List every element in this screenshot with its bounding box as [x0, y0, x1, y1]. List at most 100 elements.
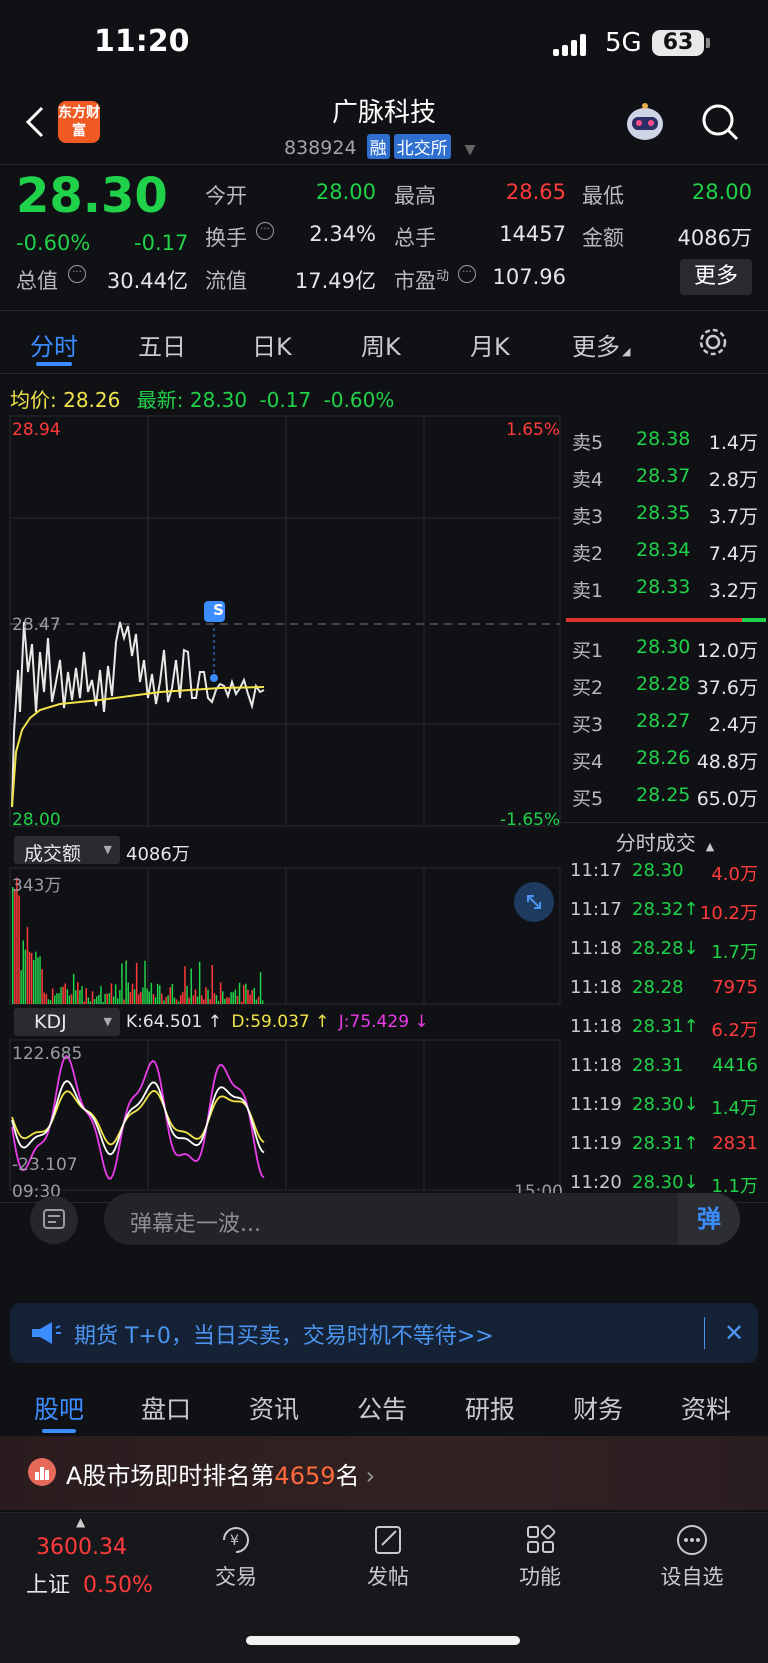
index-name: 上证 — [26, 1573, 71, 1598]
volume-bar — [209, 999, 211, 1004]
promo-banner[interactable]: 期货 T+0，当日买卖，交易时机不等待>> ✕ — [10, 1303, 758, 1363]
info-icon[interactable]: ··· — [68, 265, 86, 283]
danmu-send-button[interactable]: 弹 — [678, 1193, 740, 1245]
index-row[interactable]: 上证 0.50% — [26, 1567, 153, 1599]
bid-row: 买3 28.27 2.4万 — [562, 710, 768, 740]
volume-bar — [190, 968, 192, 1004]
tab-weekly-k[interactable]: 周K — [361, 327, 401, 362]
more-button[interactable]: 更多 — [680, 259, 752, 295]
ask-price: 28.33 — [636, 576, 691, 598]
tab-more[interactable]: 更多 ◢ — [572, 327, 630, 362]
volume-bar — [192, 995, 195, 1004]
tab-research[interactable]: 研报 — [465, 1390, 515, 1426]
volume-bar — [91, 991, 94, 1004]
ask-volume: 1.4万 — [708, 432, 758, 454]
expand-icon[interactable] — [514, 882, 554, 922]
ranking-banner[interactable]: A股市场即时排名第4659名 › — [0, 1436, 768, 1510]
volume-bar — [114, 984, 117, 1004]
search-icon[interactable] — [700, 102, 740, 142]
change-pct: -0.60% — [16, 231, 91, 255]
trades-list[interactable]: 11:17 28.30 4.0万 11:17 28.32↑ 10.2万 11:18 28.… — [562, 858, 768, 1198]
volume-bar — [18, 895, 20, 1004]
volume-bar — [238, 982, 241, 1004]
volume-bar — [163, 1000, 165, 1004]
close-icon[interactable]: ✕ — [720, 1319, 748, 1347]
signal-marker[interactable]: S — [208, 601, 229, 619]
tab-guba[interactable]: 股吧 — [34, 1390, 84, 1426]
danmu-toggle-icon[interactable] — [30, 1196, 78, 1244]
volume-bar — [138, 994, 140, 1004]
ask-label: 卖1 — [572, 580, 604, 602]
tab-intraday[interactable]: 分时 — [30, 327, 78, 362]
ask-volume: 3.7万 — [708, 506, 758, 528]
turnover-value: 2.34% — [309, 222, 376, 246]
tab-pankou[interactable]: 盘口 — [141, 1390, 191, 1426]
more-circle-icon — [642, 1523, 742, 1561]
danmu-input[interactable]: 弹幕走一波... 弹 — [104, 1193, 740, 1245]
ask-price: 28.35 — [636, 502, 691, 524]
volume-bar — [186, 985, 188, 1004]
intraday-chart[interactable] — [0, 412, 562, 1202]
pe-sup: 动 — [436, 269, 450, 284]
tab-indicator — [42, 1429, 76, 1433]
volume-bar — [20, 970, 22, 1004]
volume-bar — [224, 998, 226, 1004]
volume-indicator-label: 成交额 — [24, 843, 82, 865]
change-value: -0.17 — [134, 231, 189, 255]
stock-code-row[interactable]: 838924 融北交所 ▼ — [284, 134, 475, 159]
nav-post[interactable]: 发帖 — [338, 1513, 438, 1613]
volume-bar — [245, 983, 247, 1004]
tab-profile[interactable]: 资料 — [681, 1390, 731, 1426]
ymin-label: 28.00 — [12, 810, 61, 830]
volume-indicator-select[interactable]: 成交额 ▼ — [14, 836, 120, 865]
nav-add-favorite[interactable]: 设自选 — [642, 1513, 742, 1613]
megaphone-icon — [28, 1319, 62, 1347]
chevron-down-icon: ▼ — [103, 1015, 112, 1028]
volume-bar — [236, 995, 239, 1004]
trades-header[interactable]: 分时成交 ▲ — [562, 822, 768, 856]
volume-bar — [14, 890, 16, 1004]
volume-bar — [159, 985, 161, 1004]
settings-icon[interactable] — [698, 327, 728, 357]
turnover-label: 换手 — [205, 226, 247, 250]
volume-bar — [64, 983, 66, 1004]
battery-tip — [706, 38, 710, 48]
amount-value: 4086万 — [677, 226, 752, 250]
volume-bar — [146, 988, 148, 1004]
robot-assistant-icon[interactable] — [622, 100, 668, 146]
chevron-up-icon: ▲ — [76, 1515, 86, 1529]
bid-price: 28.30 — [636, 636, 691, 658]
volume-bar — [247, 989, 249, 1004]
tab-5day[interactable]: 五日 — [138, 327, 186, 362]
volume-bar — [43, 992, 45, 1004]
exchange-tag: 北交所 — [393, 134, 451, 159]
danmu-placeholder: 弹幕走一波... — [130, 1212, 261, 1237]
tab-finance[interactable]: 财务 — [573, 1390, 623, 1426]
volume-bar — [127, 982, 129, 1004]
kdj-indicator-select[interactable]: KDJ ▼ — [14, 1008, 120, 1036]
latest-change-pct: -0.60% — [323, 388, 395, 412]
tab-announcements[interactable]: 公告 — [357, 1390, 407, 1426]
volume-bar — [26, 927, 29, 1004]
volume-bar — [117, 998, 119, 1004]
volume-bar — [100, 986, 102, 1004]
volume-bar — [121, 963, 123, 1004]
tab-news[interactable]: 资讯 — [249, 1390, 299, 1426]
volume-bar — [205, 987, 207, 1004]
volume-bar — [217, 1000, 220, 1004]
bid-price: 28.28 — [636, 673, 691, 695]
info-icon[interactable]: ··· — [256, 222, 274, 240]
chart-info-line: 均价: 28.26 最新: 28.30 -0.17 -0.60% — [10, 384, 394, 413]
nav-functions[interactable]: 功能 — [490, 1513, 590, 1613]
nav-add-favorite-label: 设自选 — [660, 1565, 724, 1589]
tab-daily-k[interactable]: 日K — [252, 327, 292, 362]
ask-price: 28.37 — [636, 465, 691, 487]
nav-trade[interactable]: ¥ 交易 — [186, 1513, 286, 1613]
kdj-indicator-label: KDJ — [34, 1011, 67, 1033]
volume-bar — [152, 994, 155, 1004]
mktcap-label: 总值 — [16, 269, 58, 293]
tab-monthly-k[interactable]: 月K — [470, 327, 510, 362]
volume-bar — [175, 999, 178, 1004]
volume-bar — [219, 982, 222, 1004]
index-value[interactable]: 3600.34 — [36, 1535, 127, 1560]
